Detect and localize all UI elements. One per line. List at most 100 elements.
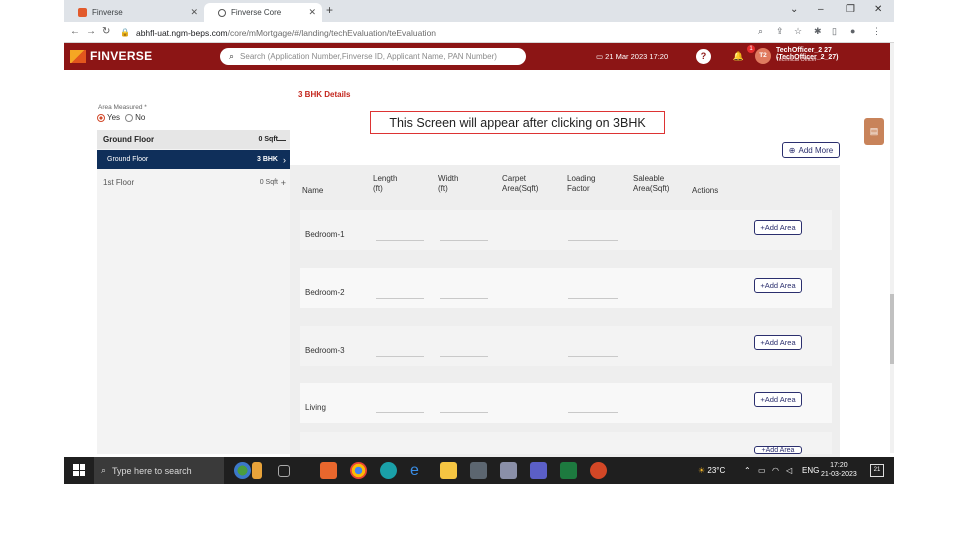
add-area-button[interactable]: +Add Area	[754, 335, 802, 350]
news-widget-icon[interactable]	[234, 462, 251, 479]
search-placeholder: Search (Application Number,Finverse ID, …	[240, 52, 497, 61]
menu-icon[interactable]: ⋮	[872, 26, 881, 37]
loading-factor-input[interactable]	[568, 412, 618, 413]
loading-factor-input[interactable]	[568, 240, 618, 241]
reload-icon[interactable]: ↻	[102, 26, 110, 37]
collapse-icon[interactable]: —	[277, 135, 286, 145]
powerpoint-icon[interactable]	[590, 462, 607, 479]
tray-chevron-icon[interactable]: ⌃	[744, 466, 751, 475]
share-icon[interactable]: ⇪	[776, 26, 784, 37]
col-saleable-area: Saleable Area(Sqft)	[633, 174, 670, 193]
tab-finverse[interactable]: Finverse ✕	[64, 3, 204, 22]
close-tab-icon[interactable]: ✕	[190, 7, 198, 18]
add-area-button[interactable]: +Add Area	[754, 392, 802, 407]
add-more-label: Add More	[798, 145, 834, 155]
task-view-icon[interactable]	[278, 465, 290, 477]
table-row	[300, 432, 832, 454]
page-scrollbar[interactable]	[890, 43, 894, 453]
clock-date: 21-03-2023	[821, 471, 857, 478]
bookmark-star-icon[interactable]: ☆	[794, 26, 802, 37]
tab-finverse-core[interactable]: Finverse Core ✕	[204, 3, 322, 22]
tab-label: Finverse	[92, 8, 123, 17]
width-input[interactable]	[440, 412, 488, 413]
excel-icon[interactable]	[560, 462, 577, 479]
loading-factor-input[interactable]	[568, 356, 618, 357]
taskbar-search-input[interactable]: ⌕ Type here to search	[94, 457, 224, 484]
calculator-icon[interactable]	[470, 462, 487, 479]
extensions-icon[interactable]: ✱	[814, 26, 822, 37]
outlook-icon[interactable]	[320, 462, 337, 479]
header-date-text: 21 Mar 2023 17:20	[605, 52, 669, 61]
header-date: ▭ 21 Mar 2023 17:20	[596, 52, 668, 61]
notification-center-icon[interactable]: 21	[870, 464, 884, 477]
floor-item-ground-header[interactable]: Ground Floor 0 Sqft —	[97, 130, 290, 149]
annotation-callout: This Screen will appear after clicking o…	[370, 111, 665, 134]
profile-icon[interactable]: ●	[850, 26, 855, 36]
search-icon: ⌕	[229, 51, 235, 61]
zoom-icon[interactable]: ⌕	[758, 26, 763, 37]
chrome-icon[interactable]	[350, 462, 367, 479]
floor-value: 0 Sqft	[258, 136, 278, 143]
user-role: Technical Officer	[776, 57, 817, 63]
no-radio[interactable]: No	[125, 113, 145, 122]
notification-badge: 1	[747, 45, 755, 53]
length-input[interactable]	[376, 240, 424, 241]
file-explorer-icon[interactable]	[440, 462, 457, 479]
table-row	[300, 326, 832, 366]
expand-icon[interactable]: +	[281, 178, 286, 188]
forward-icon[interactable]: →	[86, 26, 96, 37]
add-area-button[interactable]: +Add Area	[754, 278, 802, 293]
new-tab-icon[interactable]: +	[326, 3, 333, 17]
weather-widget-icon[interactable]	[252, 462, 262, 479]
floor-item-3bhk[interactable]: Ground Floor 3 BHK ›	[97, 150, 290, 169]
volume-icon[interactable]: ◁	[786, 466, 792, 475]
globe-icon	[218, 8, 226, 17]
teams-icon[interactable]	[530, 462, 547, 479]
add-area-button[interactable]: +Add Area	[754, 220, 802, 235]
edge-icon[interactable]	[380, 462, 397, 479]
length-input[interactable]	[376, 356, 424, 357]
scrollbar-thumb[interactable]	[890, 294, 894, 364]
loading-factor-input[interactable]	[568, 298, 618, 299]
table-row	[300, 210, 832, 250]
finverse-favicon-icon	[78, 8, 87, 17]
area-measured-label: Area Measured *	[98, 104, 147, 111]
floor-item-1st[interactable]: 1st Floor 0 Sqft +	[97, 173, 290, 192]
room-name: Bedroom-1	[305, 230, 345, 239]
width-input[interactable]	[440, 356, 488, 357]
add-more-button[interactable]: ⊕ Add More	[782, 142, 840, 158]
back-icon[interactable]: ←	[70, 26, 80, 37]
url-field[interactable]: 🔒 abhfl-uat.ngm-beps.com/core/mMortgage/…	[120, 25, 750, 40]
language-indicator[interactable]: ENG	[802, 466, 819, 475]
sidebar-icon[interactable]: ▯	[832, 26, 837, 37]
add-area-button[interactable]: +Add Area	[754, 446, 802, 454]
avatar[interactable]: T2	[755, 48, 771, 64]
length-input[interactable]	[376, 412, 424, 413]
radio-unchecked-icon	[125, 113, 134, 122]
minimize-icon[interactable]: –	[818, 4, 824, 15]
global-search-input[interactable]: ⌕ Search (Application Number,Finverse ID…	[220, 48, 526, 65]
plus-circle-icon: ⊕	[788, 145, 796, 155]
network-icon[interactable]: ▭	[758, 466, 766, 475]
close-window-icon[interactable]: ✕	[874, 4, 882, 15]
length-input[interactable]	[376, 298, 424, 299]
width-input[interactable]	[440, 240, 488, 241]
windows-start-icon[interactable]	[73, 464, 85, 476]
internet-explorer-icon[interactable]: e	[410, 462, 427, 479]
weather-tray[interactable]: ☀ 23°C	[698, 466, 725, 475]
notes-panel-icon[interactable]: ▤	[864, 118, 884, 145]
tab-label: Finverse Core	[231, 8, 282, 17]
restore-icon[interactable]: ❐	[846, 4, 855, 15]
taskbar-clock[interactable]: 17:20 21-03-2023	[821, 461, 857, 479]
width-input[interactable]	[440, 298, 488, 299]
snipping-tool-icon[interactable]	[500, 462, 517, 479]
yes-radio[interactable]: Yes	[97, 113, 120, 122]
bell-icon[interactable]: 🔔	[731, 49, 746, 64]
address-bar: ← → ↻ 🔒 abhfl-uat.ngm-beps.com/core/mMor…	[64, 22, 894, 43]
wifi-icon[interactable]: ◠	[772, 466, 779, 475]
help-icon[interactable]: ?	[696, 49, 711, 64]
tab-search-chevron-icon[interactable]: ⌄	[790, 4, 798, 15]
close-tab-icon[interactable]: ✕	[308, 7, 316, 18]
finverse-logo-icon	[70, 50, 86, 63]
notification-count: 21	[873, 467, 881, 473]
